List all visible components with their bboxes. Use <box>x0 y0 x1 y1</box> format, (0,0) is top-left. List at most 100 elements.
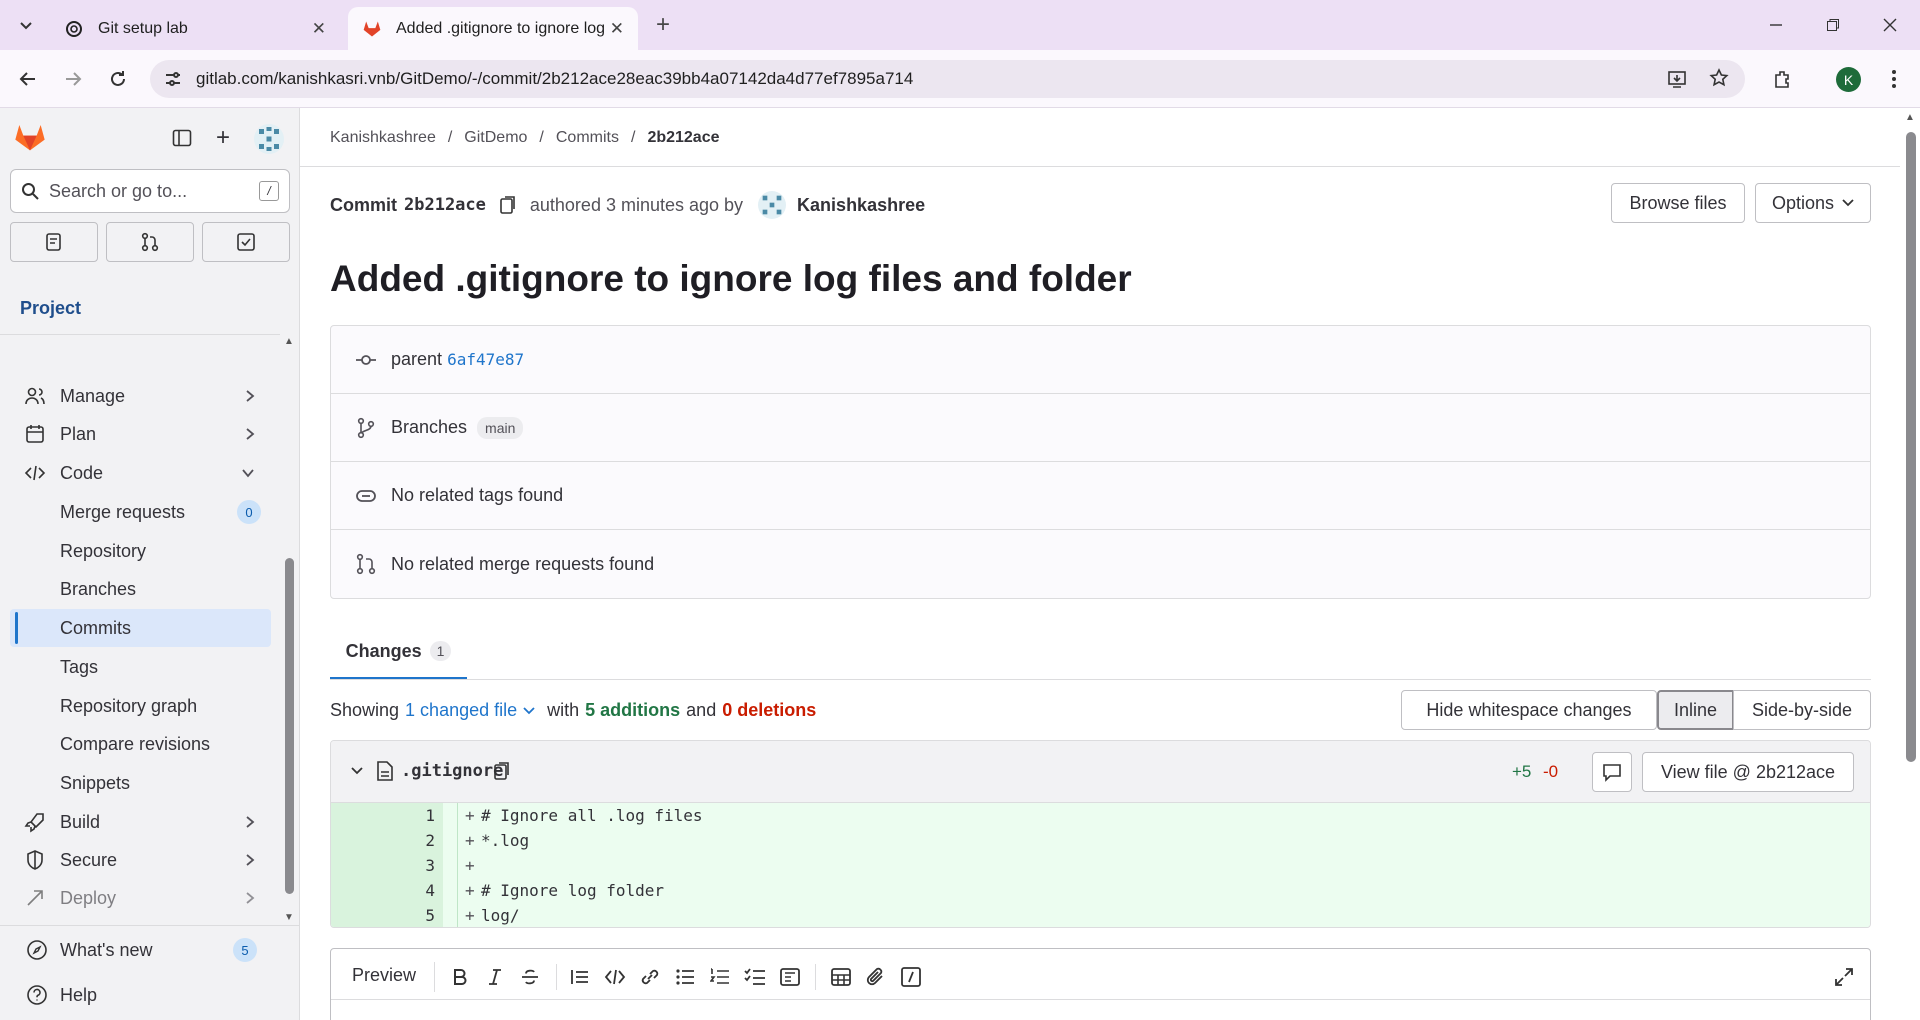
comment-button[interactable] <box>1592 752 1632 792</box>
line-number[interactable]: 3 <box>331 853 443 879</box>
sidebar-item-code[interactable]: Code <box>10 454 271 492</box>
merge-requests-button[interactable] <box>106 222 194 262</box>
sidebar-item-secure[interactable]: Secure <box>10 841 271 879</box>
task-list-icon[interactable] <box>741 963 769 991</box>
install-app-icon[interactable] <box>1667 69 1687 89</box>
back-icon[interactable] <box>10 61 46 97</box>
create-new-icon[interactable]: + <box>216 126 230 150</box>
scroll-up-arrow[interactable]: ▲ <box>1905 112 1915 123</box>
table-icon[interactable] <box>827 963 855 991</box>
preview-tab[interactable]: Preview <box>352 965 416 986</box>
options-dropdown[interactable]: Options <box>1755 183 1871 223</box>
sidebar-item-branches[interactable]: Branches <box>10 570 271 608</box>
collapsible-icon[interactable] <box>776 963 804 991</box>
hide-whitespace-button[interactable]: Hide whitespace changes <box>1401 690 1657 730</box>
breadcrumb-item[interactable]: GitDemo <box>464 129 527 147</box>
restore-button[interactable] <box>1815 7 1851 43</box>
quote-icon[interactable] <box>566 963 594 991</box>
sidebar-item-deploy[interactable]: Deploy <box>10 879 271 917</box>
new-tab-button[interactable]: + <box>645 7 681 43</box>
line-number[interactable]: 1 <box>331 803 443 829</box>
sidebar-item-repository[interactable]: Repository <box>10 532 271 570</box>
tag-icon <box>355 485 377 507</box>
link-icon[interactable] <box>636 963 664 991</box>
breadcrumb-item[interactable]: Commits <box>556 129 619 147</box>
changed-files-dropdown[interactable]: 1 changed file <box>405 700 517 721</box>
sidebar-item-plan[interactable]: Plan <box>10 415 271 453</box>
user-avatar[interactable] <box>254 124 284 154</box>
italic-icon[interactable] <box>481 963 509 991</box>
tab-changes[interactable]: Changes 1 <box>330 625 467 679</box>
issues-button[interactable] <box>10 222 98 262</box>
search-box[interactable]: Search or go to... / <box>10 169 290 213</box>
tags-text: No related tags found <box>391 485 564 505</box>
sidebar-item-label: Plan <box>60 423 97 444</box>
numbered-list-icon[interactable] <box>706 963 734 991</box>
help-button[interactable]: Help <box>10 976 271 1014</box>
attach-file-icon[interactable] <box>862 963 890 991</box>
close-window-button[interactable] <box>1872 7 1908 43</box>
toggle-sidebar-icon[interactable] <box>172 128 192 148</box>
collapse-file-chevron-icon[interactable] <box>351 767 363 775</box>
inline-view-button[interactable]: Inline <box>1657 690 1734 730</box>
merge-request-icon <box>140 232 160 252</box>
browser-menu-icon[interactable] <box>1876 61 1912 97</box>
scroll-up-arrow[interactable]: ▲ <box>284 336 294 347</box>
sidebar-item-commits[interactable]: Commits <box>10 609 271 647</box>
plus-marker: + <box>465 806 475 825</box>
line-number[interactable]: 2 <box>331 828 443 854</box>
help-icon <box>26 984 48 1006</box>
file-diff: .gitignore +5 -0 View file @ 2b212ace 1 +… <box>330 740 1871 928</box>
branch-badge[interactable]: main <box>477 416 524 439</box>
sidebar-item-merge-requests[interactable]: Merge requests 0 <box>10 493 271 531</box>
extensions-icon[interactable] <box>1764 61 1800 97</box>
fullscreen-icon[interactable] <box>1830 963 1858 991</box>
line-number[interactable]: 4 <box>331 878 443 904</box>
quick-actions-icon[interactable] <box>897 963 925 991</box>
close-tab-icon[interactable]: ✕ <box>610 19 624 39</box>
address-bar[interactable]: gitlab.com/kanishkasri.vnb/GitDemo/-/com… <box>150 60 1745 98</box>
scrollbar-thumb[interactable] <box>1906 132 1916 762</box>
scroll-down-arrow[interactable]: ▼ <box>284 912 294 923</box>
breadcrumb-item[interactable]: Kanishkashree <box>330 129 436 147</box>
author-name[interactable]: Kanishkashree <box>797 195 925 216</box>
diff-line: 2 + *.log <box>331 828 1870 854</box>
sidebar-item-snippets[interactable]: Snippets <box>10 764 271 802</box>
browser-tab-git-setup[interactable]: Git setup lab ✕ <box>50 7 340 50</box>
divider <box>556 964 557 990</box>
forward-icon[interactable] <box>55 61 91 97</box>
scrollbar-thumb[interactable] <box>285 558 294 894</box>
bookmark-star-icon[interactable] <box>1709 68 1729 88</box>
browse-files-button[interactable]: Browse files <box>1611 183 1745 223</box>
todo-button[interactable] <box>202 222 290 262</box>
site-info-icon[interactable] <box>164 70 182 88</box>
browser-tab-commit[interactable]: Added .gitignore to ignore log fi ✕ <box>348 7 638 50</box>
bold-icon[interactable] <box>446 963 474 991</box>
file-name[interactable]: .gitignore <box>401 761 503 781</box>
side-by-side-button[interactable]: Side-by-side <box>1733 690 1871 730</box>
tab-search-icon[interactable] <box>8 7 44 43</box>
sidebar-item-tags[interactable]: Tags <box>10 648 271 686</box>
author-avatar[interactable] <box>758 191 787 219</box>
sidebar-item-repository-graph[interactable]: Repository graph <box>10 687 271 725</box>
page-scrollbar[interactable]: ▲ <box>1901 108 1920 1020</box>
sidebar-item-build[interactable]: Build <box>10 803 271 841</box>
strikethrough-icon[interactable] <box>516 963 544 991</box>
code-icon[interactable] <box>601 963 629 991</box>
gitlab-logo-icon[interactable] <box>14 122 46 152</box>
view-file-button[interactable]: View file @ 2b212ace <box>1642 752 1854 792</box>
copy-sha-icon[interactable] <box>499 195 517 215</box>
copy-file-path-icon[interactable] <box>493 761 511 781</box>
sidebar-item-manage[interactable]: Manage <box>10 377 271 415</box>
parent-sha-link[interactable]: 6af47e87 <box>447 350 524 369</box>
reload-icon[interactable] <box>100 61 136 97</box>
profile-avatar[interactable]: K <box>1836 67 1861 92</box>
bullet-list-icon[interactable] <box>671 963 699 991</box>
sidebar-scrollbar[interactable]: ▲ ▼ <box>283 336 295 926</box>
close-tab-icon[interactable]: ✕ <box>312 19 326 39</box>
minimize-button[interactable] <box>1758 7 1794 43</box>
sidebar-item-compare-revisions[interactable]: Compare revisions <box>10 725 271 763</box>
whats-new-button[interactable]: What's new 5 <box>10 931 271 969</box>
line-number[interactable]: 5 <box>331 903 443 927</box>
breadcrumb-item-current[interactable]: 2b212ace <box>647 129 719 147</box>
